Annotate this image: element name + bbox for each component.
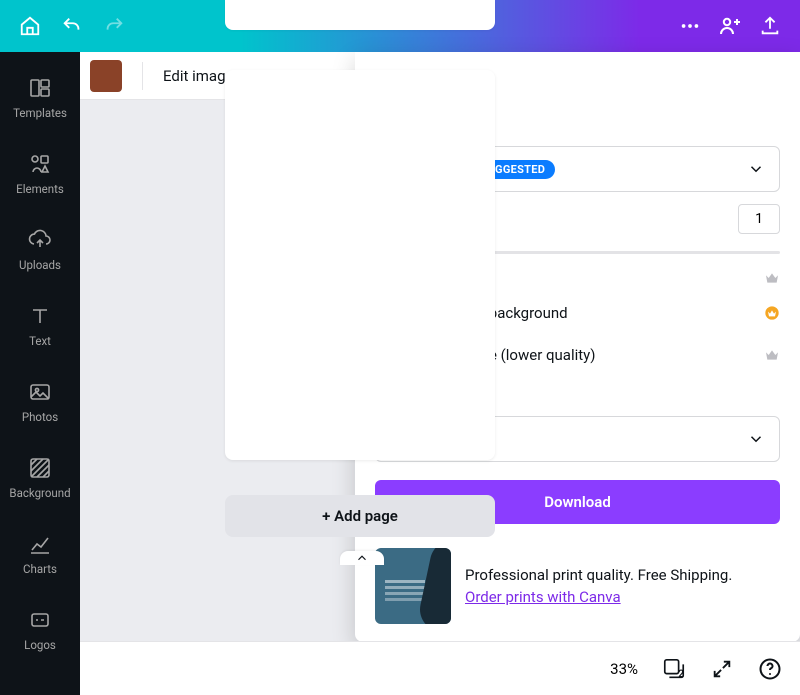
collapse-pages-tab[interactable] [340, 551, 384, 565]
sidebar-item-uploads[interactable]: Uploads [0, 212, 80, 288]
sidebar-item-label: Photos [22, 410, 58, 424]
promo-text: Professional print quality. Free Shippin… [465, 566, 732, 584]
sidebar-item-elements[interactable]: Elements [0, 136, 80, 212]
page-count-button[interactable]: 2 [662, 657, 686, 681]
sidebar-item-charts[interactable]: Charts [0, 516, 80, 592]
add-page-button[interactable]: + Add page [225, 495, 495, 537]
chevron-down-icon [747, 160, 765, 178]
page-card[interactable] [225, 0, 495, 30]
size-multiplier-input[interactable] [738, 204, 780, 234]
promo-thumbnail [375, 548, 451, 624]
upload-icon[interactable] [750, 6, 790, 46]
promo-link[interactable]: Order prints with Canva [465, 588, 732, 606]
sidebar-item-label: Text [29, 334, 51, 348]
more-icon[interactable] [670, 6, 710, 46]
sidebar-item-photos[interactable]: Photos [0, 364, 80, 440]
share-people-icon[interactable] [710, 6, 750, 46]
sidebar-item-logos[interactable]: Logos [0, 592, 80, 668]
print-promo: Professional print quality. Free Shippin… [375, 548, 780, 624]
left-sidebar: Templates Elements Uploads Text Photos B… [0, 52, 80, 695]
sidebar-item-text[interactable]: Text [0, 288, 80, 364]
help-icon[interactable] [758, 657, 782, 681]
fullscreen-icon[interactable] [710, 657, 734, 681]
edit-image-button[interactable]: Edit image [163, 67, 233, 85]
home-icon[interactable] [10, 6, 50, 46]
sidebar-item-label: Uploads [19, 258, 61, 272]
page-card[interactable] [225, 70, 495, 460]
sidebar-item-label: Background [9, 486, 70, 500]
sidebar-item-label: Charts [23, 562, 57, 576]
crown-icon [764, 347, 780, 363]
color-swatch[interactable] [90, 60, 122, 92]
sidebar-item-label: Elements [16, 182, 64, 196]
redo-icon[interactable] [94, 6, 134, 46]
zoom-level[interactable]: 33% [610, 660, 638, 678]
undo-icon[interactable] [52, 6, 92, 46]
chevron-down-icon [747, 430, 765, 448]
sidebar-item-templates[interactable]: Templates [0, 60, 80, 136]
sidebar-item-label: Templates [13, 106, 67, 120]
bottom-bar: 33% 2 [80, 641, 800, 695]
sidebar-item-background[interactable]: Background [0, 440, 80, 516]
sidebar-item-label: Logos [24, 638, 56, 652]
crown-gold-icon [764, 305, 780, 321]
crown-icon [764, 270, 780, 286]
divider [142, 62, 143, 90]
